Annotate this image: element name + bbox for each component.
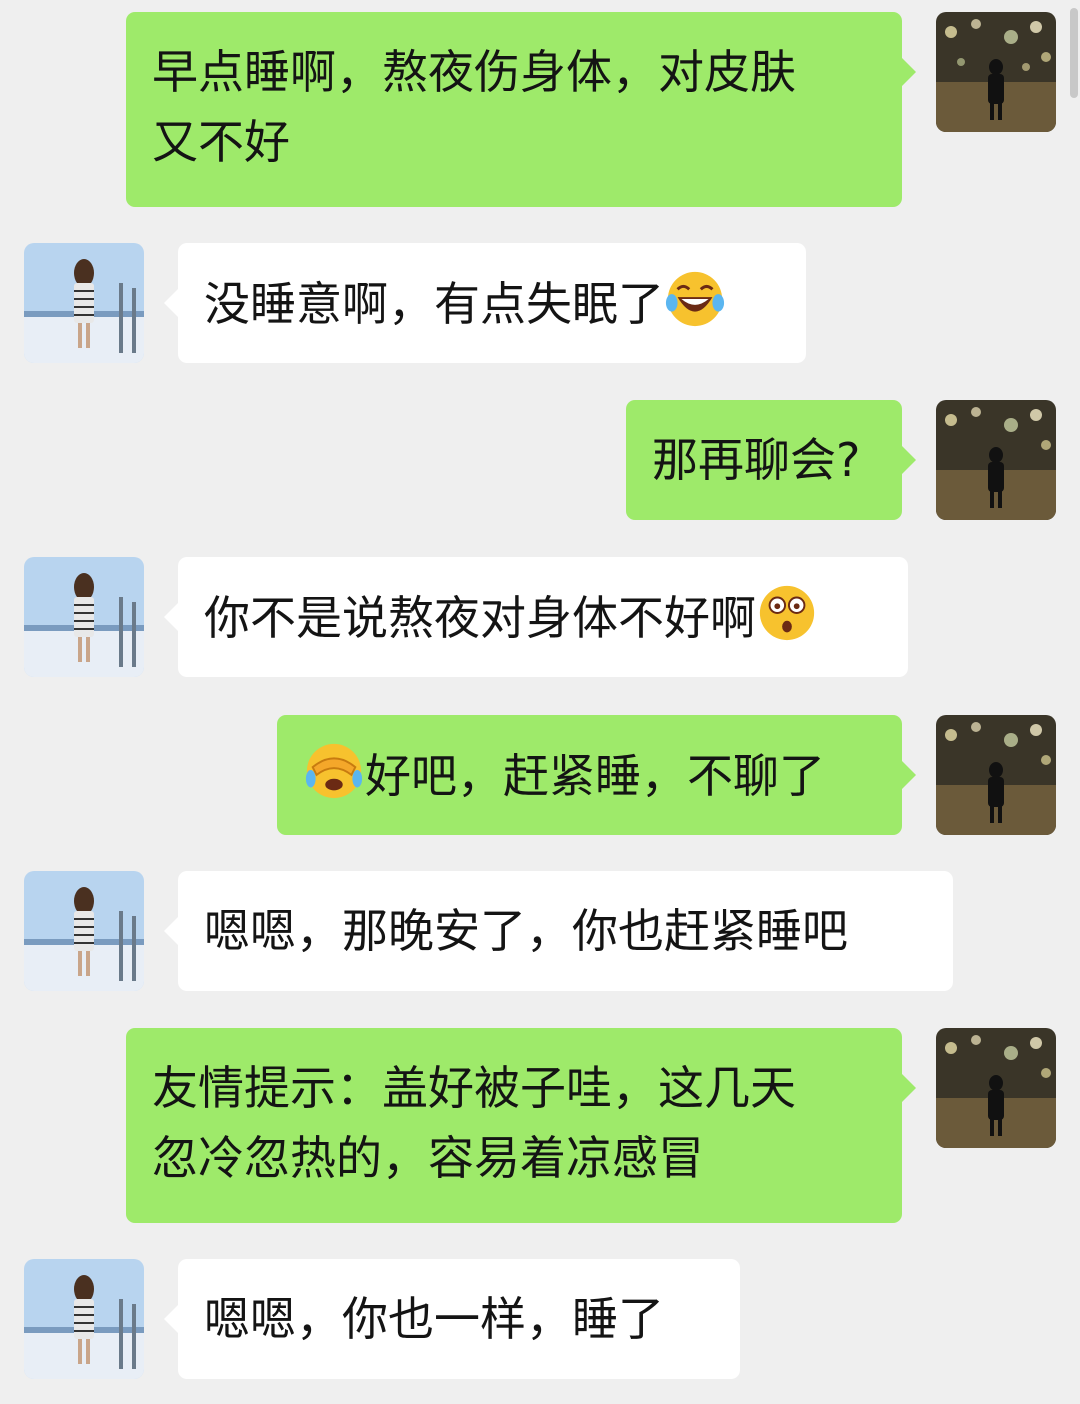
contact-avatar[interactable] [24, 243, 144, 363]
laughing-tears-emoji-icon [664, 268, 726, 330]
night-lights-person-icon [936, 1028, 1056, 1148]
message-bubble-incoming[interactable]: 你不是说熬夜对身体不好啊 [164, 557, 908, 677]
surprised-face-emoji-icon [756, 582, 818, 644]
message-text: 你不是说熬夜对身体不好啊 [204, 591, 756, 645]
message-text: 嗯嗯，那晚安了，你也赶紧睡吧 [204, 904, 848, 958]
message-bubble-incoming[interactable]: 嗯嗯，那晚安了，你也赶紧睡吧 [164, 871, 953, 991]
contact-avatar[interactable] [24, 557, 144, 677]
message-text-line: 忽冷忽热的，容易着凉感冒 [152, 1131, 704, 1185]
message-bubble-outgoing[interactable]: 早点睡啊，熬夜伤身体，对皮肤 又不好 [126, 12, 916, 207]
snowy-rail-girl-icon [24, 871, 144, 991]
message-text: 没睡意啊，有点失眠了 [204, 277, 664, 331]
message-text: 好吧，赶紧睡，不聊了 [365, 749, 825, 803]
facepalm-emoji-icon [303, 740, 365, 802]
contact-avatar[interactable] [24, 1259, 144, 1379]
snowy-rail-girl-icon [24, 243, 144, 363]
snowy-rail-girl-icon [24, 1259, 144, 1379]
message-text-line: 早点睡啊，熬夜伤身体，对皮肤 [152, 45, 796, 99]
night-lights-person-icon [936, 715, 1056, 835]
message-text: 那再聊会? [652, 433, 861, 487]
my-avatar[interactable] [936, 1028, 1056, 1148]
message-text-line: 又不好 [152, 115, 290, 169]
message-bubble-incoming[interactable]: 嗯嗯，你也一样，睡了 [164, 1259, 740, 1379]
message-bubble-incoming[interactable]: 没睡意啊，有点失眠了 [164, 243, 806, 363]
message-bubble-outgoing[interactable]: 好吧，赶紧睡，不聊了 [277, 715, 916, 835]
my-avatar[interactable] [936, 400, 1056, 520]
message-bubble-outgoing[interactable]: 友情提示：盖好被子哇，这几天 忽冷忽热的，容易着凉感冒 [126, 1028, 916, 1223]
night-lights-person-icon [936, 12, 1056, 132]
night-lights-person-icon [936, 400, 1056, 520]
message-bubble-outgoing[interactable]: 那再聊会? [626, 400, 916, 520]
my-avatar[interactable] [936, 12, 1056, 132]
message-text-line: 友情提示：盖好被子哇，这几天 [152, 1061, 796, 1115]
scrollbar-thumb[interactable] [1070, 8, 1078, 98]
snowy-rail-girl-icon [24, 557, 144, 677]
my-avatar[interactable] [936, 715, 1056, 835]
contact-avatar[interactable] [24, 871, 144, 991]
message-text: 嗯嗯，你也一样，睡了 [204, 1292, 664, 1346]
